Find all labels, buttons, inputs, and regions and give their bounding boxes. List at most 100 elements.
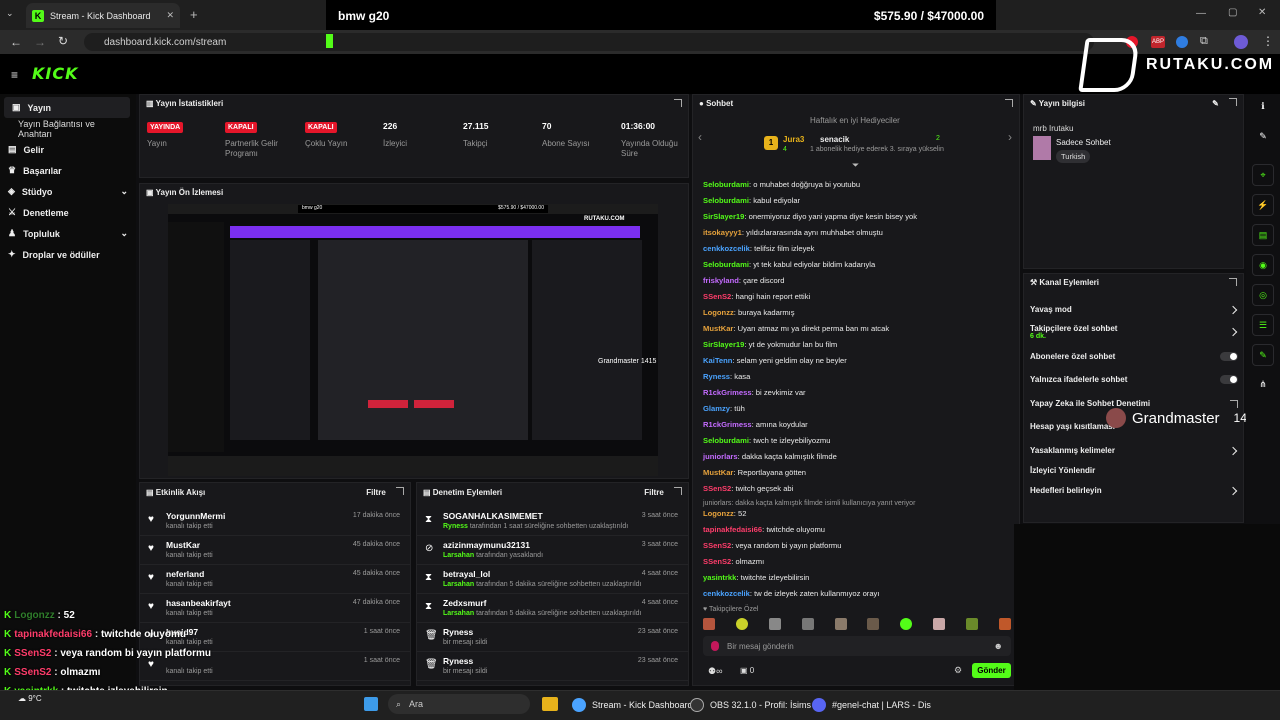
emote-icon[interactable]: [834, 618, 847, 630]
note-icon[interactable]: ▤: [1252, 224, 1274, 246]
url-field[interactable]: dashboard.kick.com/stream: [84, 33, 1094, 51]
chat-username[interactable]: MustKar: [703, 324, 733, 333]
chat-username[interactable]: Seloburdami: [703, 180, 749, 189]
chat-username[interactable]: SSenS2: [703, 557, 731, 566]
arrow-down-icon[interactable]: ⏷: [852, 160, 859, 171]
chat-username[interactable]: SirSlayer19: [703, 340, 744, 349]
emote-icon[interactable]: [735, 618, 748, 630]
chat-username[interactable]: SSenS2: [703, 484, 731, 493]
sidebar-item-yayin[interactable]: ▣ Yayın: [4, 97, 130, 118]
chat-input[interactable]: Bir mesaj gönderin ☻: [703, 636, 1011, 656]
chat-username[interactable]: tapinakfedaisi66: [703, 525, 762, 534]
expand-icon[interactable]: [674, 487, 682, 495]
action-account-age[interactable]: Hesap yaşı kısıtlaması: [1030, 422, 1115, 431]
share-icon[interactable]: ⋔: [1252, 374, 1274, 396]
activity-filter-button[interactable]: Filtre: [366, 488, 386, 497]
chat-username[interactable]: Logonzz: [703, 308, 734, 317]
chat-username[interactable]: Seloburdami: [703, 196, 749, 205]
expand-icon[interactable]: [1005, 99, 1013, 107]
emote-icon[interactable]: [801, 618, 814, 630]
emote-icon[interactable]: [966, 618, 978, 630]
chat-username[interactable]: KaiTenn: [703, 356, 732, 365]
taskbar-discord[interactable]: #genel-chat | LARS - Dis: [812, 690, 931, 720]
chevron-right-icon[interactable]: ›: [1008, 130, 1012, 144]
chat-username[interactable]: yasintrkk: [703, 573, 736, 582]
chat-username[interactable]: Seloburdami: [703, 260, 749, 269]
chat-username[interactable]: Ryness: [703, 372, 730, 381]
emote-only-toggle[interactable]: [1220, 375, 1238, 384]
wrench-icon[interactable]: ✎: [1252, 344, 1274, 366]
expand-icon[interactable]: [1229, 98, 1237, 106]
chat-username[interactable]: SSenS2: [703, 292, 731, 301]
taskbar-search[interactable]: ⌕ Ara: [388, 694, 530, 714]
info-tag[interactable]: Turkish: [1056, 150, 1091, 163]
chat-username[interactable]: cenkkozcelik: [703, 589, 750, 598]
taskbar-chrome[interactable]: Stream - Kick Dashboard: [572, 690, 693, 720]
mic-icon[interactable]: [711, 641, 719, 651]
chat-username[interactable]: Seloburdami: [703, 436, 749, 445]
sidebar-item-stream-key[interactable]: Yayın Bağlantısı ve Anahtarı: [0, 118, 136, 139]
expand-icon[interactable]: [1229, 278, 1237, 286]
stream-preview-video[interactable]: bmw g20 $575.90 / $47000.00 RUTAKU.COM Gr…: [168, 204, 658, 476]
browser-tab[interactable]: K Stream - Kick Dashboard ✕: [26, 3, 180, 28]
emote-icon[interactable]: [998, 618, 1011, 630]
action-followers-only[interactable]: Takipçilere özel sohbet: [1030, 324, 1117, 333]
edit-icon[interactable]: ✎: [1212, 99, 1219, 108]
minimize-icon[interactable]: —: [1196, 8, 1206, 19]
kick-logo[interactable]: KICK: [32, 64, 79, 83]
moderation-filter-button[interactable]: Filtre: [644, 488, 664, 497]
chat-username[interactable]: R1ckGrimess: [703, 388, 752, 397]
chevron-left-icon[interactable]: ‹: [698, 130, 702, 144]
chat-username[interactable]: friskyland: [703, 276, 739, 285]
action-slow-mode[interactable]: Yavaş mod: [1030, 305, 1072, 314]
reload-icon[interactable]: ↻: [58, 34, 68, 48]
expand-icon[interactable]: [674, 99, 682, 107]
crosshair-icon[interactable]: ⌖: [1252, 164, 1274, 186]
emote-icon[interactable]: [933, 618, 946, 630]
pencil-icon[interactable]: ✎: [1252, 126, 1274, 148]
windows-start-icon[interactable]: [364, 697, 378, 711]
weather-widget[interactable]: ☁ 9°C: [18, 694, 42, 703]
sidebar-item-studyo[interactable]: ◈ Stüdyo ⌄: [0, 181, 136, 202]
emote-icon[interactable]: [867, 618, 880, 630]
chat-users-icon[interactable]: ⚉∞: [708, 666, 722, 677]
chat-username[interactable]: R1ckGrimess: [703, 420, 752, 429]
emote-icon[interactable]: [703, 618, 715, 630]
info-icon[interactable]: ℹ: [1252, 96, 1274, 118]
broadcast-icon[interactable]: ◎: [1252, 284, 1274, 306]
back-icon[interactable]: ←: [10, 35, 22, 49]
action-redirect-viewers[interactable]: İzleyici Yönlendir: [1030, 466, 1095, 475]
chat-username[interactable]: cenkkozcelik: [703, 244, 750, 253]
subscribers-only-toggle[interactable]: [1220, 352, 1238, 361]
sidebar-item-droplar[interactable]: ✦ Droplar ve ödüller: [0, 244, 136, 265]
sidebar-item-gelir[interactable]: ▤ Gelir: [0, 139, 136, 160]
action-ai-moderation[interactable]: Yapay Zeka ile Sohbet Denetimi: [1030, 399, 1150, 408]
chat-username[interactable]: SirSlayer19: [703, 212, 744, 221]
chat-username[interactable]: MustKar: [703, 468, 733, 477]
tab-menu-icon[interactable]: ⌄: [6, 8, 20, 22]
sidebar-item-topluluk[interactable]: ♟ Topluluk ⌄: [0, 223, 136, 244]
chat-username[interactable]: Glamzy: [703, 404, 730, 413]
emote-icon[interactable]: [900, 618, 913, 630]
forward-icon[interactable]: →: [34, 35, 46, 49]
action-banned-words[interactable]: Yasaklanmış kelimeler: [1030, 446, 1115, 455]
chat-username[interactable]: juniorlars: [703, 452, 738, 461]
close-tab-icon[interactable]: ✕: [166, 10, 174, 21]
info-category[interactable]: Sadece Sohbet: [1056, 138, 1111, 147]
bolt-icon[interactable]: ⚡: [1252, 194, 1274, 216]
action-set-goals[interactable]: Hedefleri belirleyin: [1030, 486, 1102, 495]
layers-icon[interactable]: ☰: [1252, 314, 1274, 336]
new-tab-icon[interactable]: +: [190, 7, 198, 22]
emote-icon[interactable]: [768, 618, 781, 630]
emoji-icon[interactable]: ☻: [994, 641, 1003, 651]
chat-username[interactable]: itsokayyy1: [703, 228, 742, 237]
external-link-icon[interactable]: [1230, 400, 1238, 408]
sidebar-item-basarilar[interactable]: ♛ Başarılar: [0, 160, 136, 181]
chat-username[interactable]: Logonzz: [703, 509, 734, 518]
chat-settings-icon[interactable]: ⚙: [954, 665, 962, 676]
expand-icon[interactable]: [396, 487, 404, 495]
sidebar-item-denetleme[interactable]: ⚔ Denetleme: [0, 202, 136, 223]
send-button[interactable]: Gönder: [972, 663, 1011, 678]
taskbar-obs[interactable]: OBS 32.1.0 - Profil: İsims: [690, 690, 811, 720]
chat-bubble-icon[interactable]: ◉: [1252, 254, 1274, 276]
